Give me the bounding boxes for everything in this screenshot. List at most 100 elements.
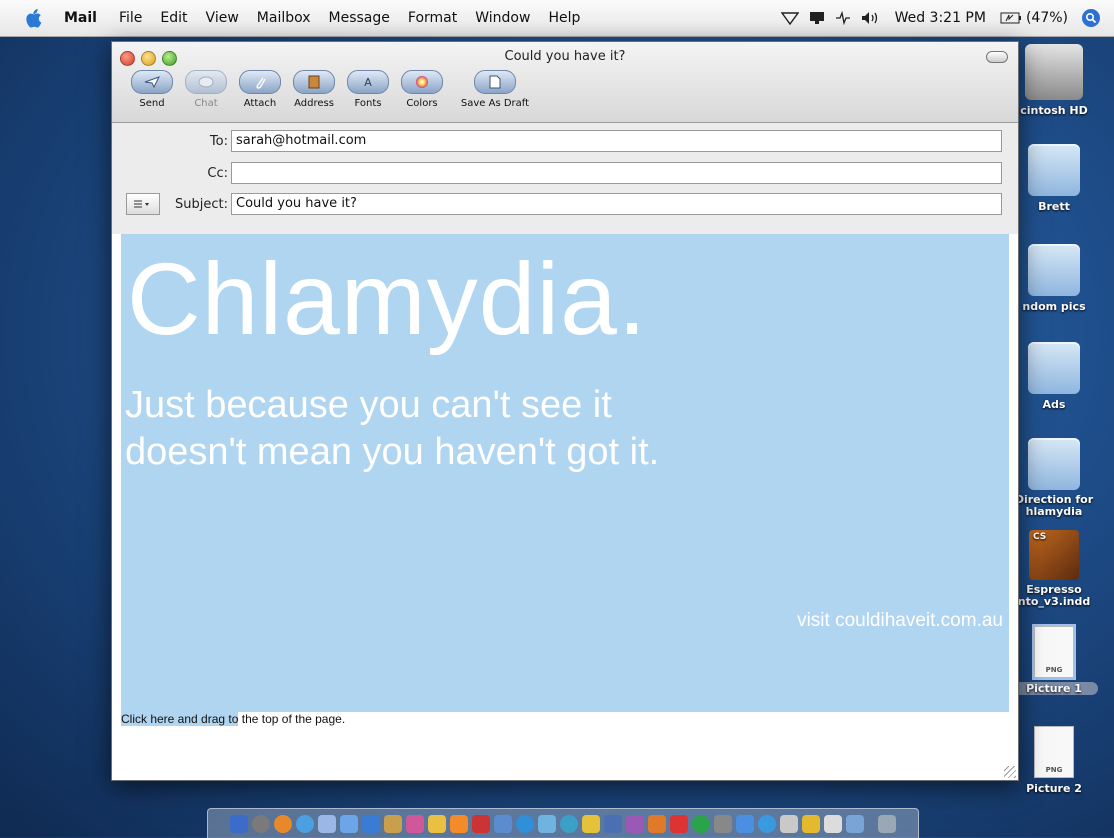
app-icon-c[interactable] [582,814,600,833]
list-menu-icon [134,200,149,208]
app-icon-d[interactable] [604,814,622,833]
ad-website-text: visit couldihaveit.com.au [797,610,1003,631]
desktop-icon-picture-1[interactable]: PNG Picture 1 [1010,624,1098,695]
sync-icon[interactable] [835,11,851,25]
battery-status[interactable]: (47%) [1000,10,1068,26]
menu-format[interactable]: Format [408,10,457,26]
send-label: Send [139,98,165,109]
firefox-icon[interactable] [274,814,292,833]
desktop-icon-ads[interactable]: Ads [1010,342,1098,411]
ichat-icon[interactable] [340,814,358,833]
desktop-icon-label: cintosh HD [1020,104,1088,117]
ad-image: Chlamydia. Just because you can't see it… [121,234,1009,712]
chat-label: Chat [194,98,218,109]
menu-edit[interactable]: Edit [160,10,187,26]
header-options-menu[interactable] [126,193,160,215]
safari-icon[interactable] [296,814,314,833]
app-icon-b[interactable] [560,814,578,833]
menu-help[interactable]: Help [548,10,580,26]
spotlight-icon[interactable] [1082,9,1100,27]
cc-field[interactable] [231,162,1002,184]
desktop-icon-random-pics[interactable]: ndom pics [1010,244,1098,313]
apple-menu-icon[interactable] [24,8,42,28]
chat-button[interactable]: Chat [182,70,230,109]
ad-headline: Chlamydia. [127,242,648,356]
png-badge: PNG [1045,666,1063,674]
bluetooth-icon[interactable] [736,814,754,833]
desktop-icon-hard-drive[interactable]: cintosh HD [1010,44,1098,117]
app-icon-a[interactable] [538,814,556,833]
address-book-icon[interactable] [384,814,402,833]
menu-extras: Wed 3:21 PM (47%) [771,0,1100,36]
app-icon-e[interactable] [626,814,644,833]
menu-clock[interactable]: Wed 3:21 PM [895,10,986,26]
drag-hint-selected: Click here and drag to [121,712,239,726]
fonts-button[interactable]: A Fonts [344,70,392,109]
folder-icon [1028,244,1080,296]
send-icon [131,70,173,94]
menu-file[interactable]: File [119,10,142,26]
folder-icon [1028,342,1080,394]
indesign-icon[interactable] [450,814,468,833]
resize-handle[interactable] [1004,766,1016,778]
compose-toolbar: Send Chat Attach Address A Fonts Colors … [128,70,538,109]
desktop-icon-direction[interactable]: Direction for hlamydia [1010,438,1098,518]
menu-app-mail[interactable]: Mail [64,10,97,26]
app-icon-l[interactable] [846,814,864,833]
desktop-icon-label: Picture 1 [1010,682,1098,695]
send-button[interactable]: Send [128,70,176,109]
desktop-icon-picture-2[interactable]: PNG Picture 2 [1010,726,1098,795]
illustrator-icon[interactable] [428,814,446,833]
address-button[interactable]: Address [290,70,338,109]
save-as-draft-button[interactable]: Save As Draft [452,70,538,109]
dashboard-icon[interactable] [252,814,270,833]
battery-percent: (47%) [1025,10,1068,26]
ad-subheadline: Just because you can't see it doesn't me… [125,384,660,473]
menu-bar: Mail File Edit View Mailbox Message Form… [0,0,1114,37]
desktop-icon-label: Espresso nto_v3.indd [1017,583,1091,608]
attach-button[interactable]: Attach [236,70,284,109]
app-icon-j[interactable] [802,814,820,833]
volume-icon[interactable] [861,11,881,25]
menu-mailbox[interactable]: Mailbox [257,10,311,26]
trash-icon[interactable] [878,814,896,833]
app-icon-i[interactable] [714,814,732,833]
menu-view[interactable]: View [206,10,239,26]
address-label: Address [294,98,334,109]
photoshop-icon[interactable] [406,814,424,833]
utility-icon[interactable] [780,814,798,833]
desktop-icon-label: ndom pics [1022,300,1086,313]
system-preferences-icon[interactable] [516,814,534,833]
desktop-icon-label: Direction for hlamydia [1014,493,1094,518]
window-titlebar[interactable]: Could you have it? Send Chat Attach Addr… [112,42,1018,123]
address-book-icon [293,70,335,94]
menu-window[interactable]: Window [475,10,530,26]
drag-hint-text[interactable]: Click here and drag to the top of the pa… [121,712,345,726]
airport-icon[interactable] [780,11,799,25]
to-field[interactable]: sarah@hotmail.com [231,130,1002,152]
itunes-icon[interactable] [362,814,380,833]
acrobat-icon[interactable] [472,814,490,833]
desktop-icon-brett[interactable]: Brett [1010,144,1098,213]
preview-icon[interactable] [494,814,512,833]
app-icon-k[interactable] [824,814,842,833]
app-icon-g[interactable] [670,814,688,833]
color-wheel-icon [401,70,443,94]
display-icon[interactable] [809,11,825,25]
subject-field[interactable]: Could you have it? [231,193,1002,215]
menu-message[interactable]: Message [329,10,390,26]
indesign-document-icon: CS [1029,530,1079,580]
app-icon-f[interactable] [648,814,666,833]
finder-icon[interactable] [230,814,248,833]
quicktime-icon[interactable] [758,814,776,833]
paperclip-icon [239,70,281,94]
app-icon-h[interactable] [692,814,710,833]
indd-badge: CS [1033,532,1047,542]
colors-button[interactable]: Colors [398,70,446,109]
desktop-icon-label: Brett [1038,200,1070,213]
mail-icon[interactable] [318,814,336,833]
message-body[interactable]: Chlamydia. Just because you can't see it… [112,234,1018,780]
desktop-icon-espresso-indd[interactable]: CS Espresso nto_v3.indd [1010,530,1098,608]
toolbar-toggle-button[interactable] [986,51,1008,63]
dock [207,808,919,838]
